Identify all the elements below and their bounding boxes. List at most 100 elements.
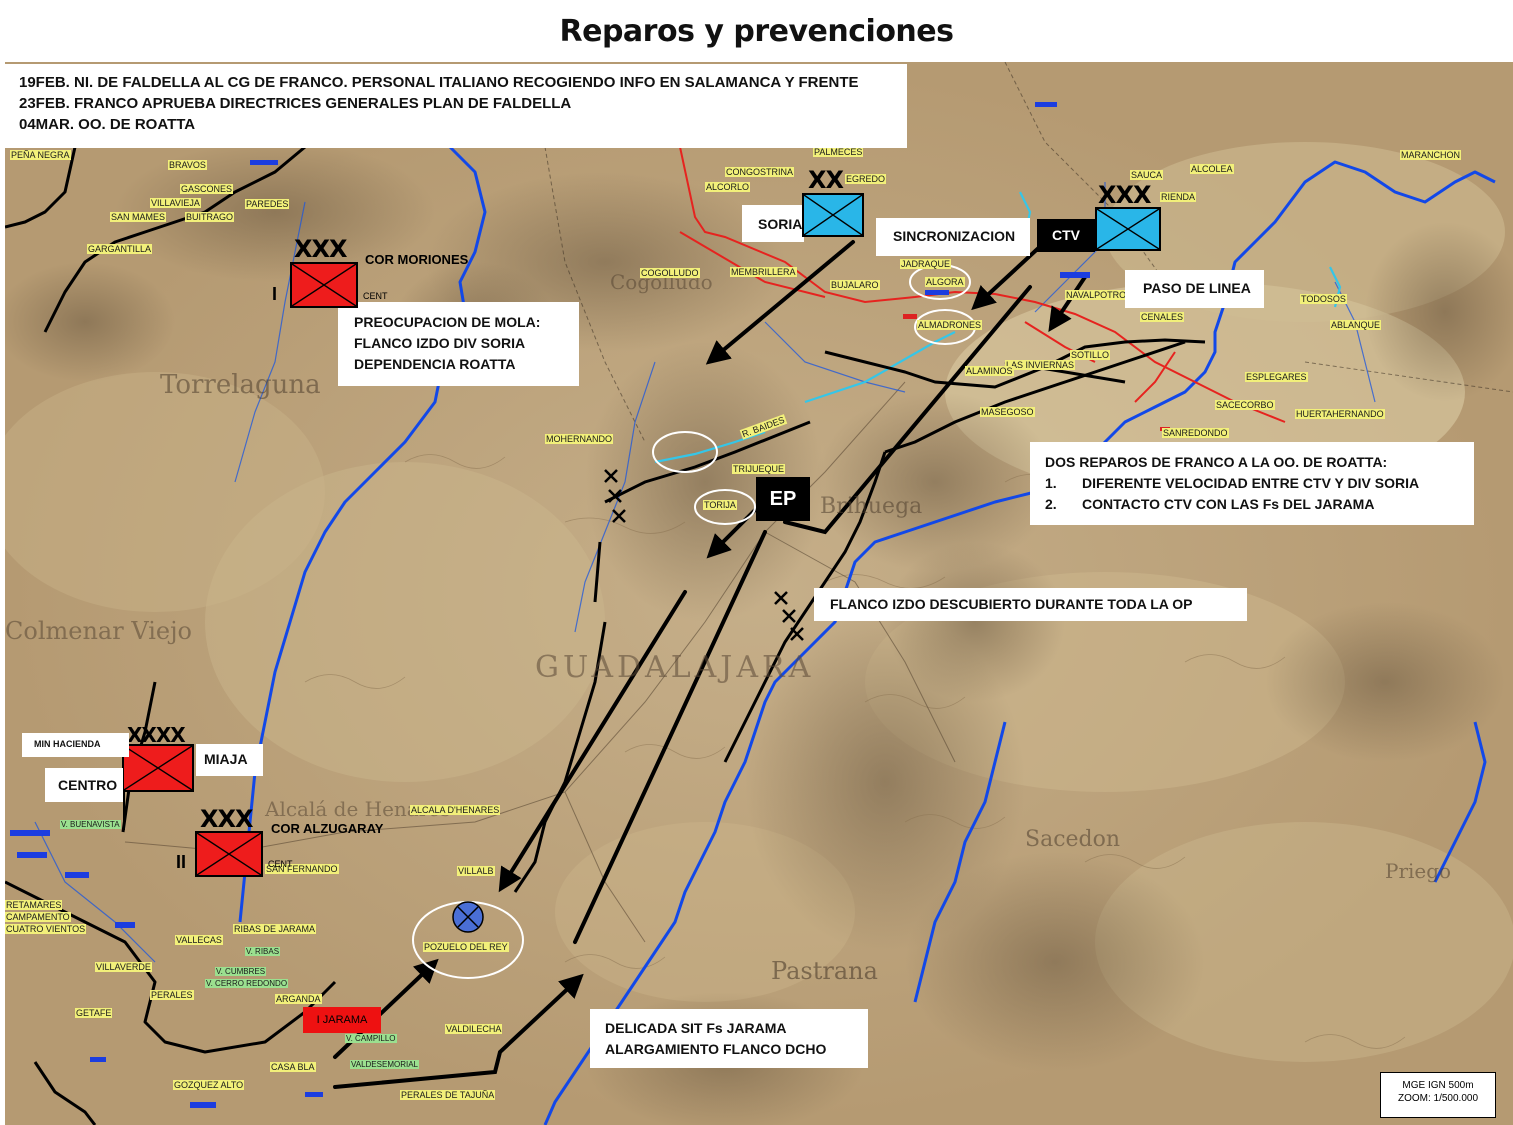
unit-miaja-label: MIAJA <box>196 744 263 776</box>
place-todosos: TODOSOS <box>1300 294 1347 304</box>
place-v-buenavista: V. BUENAVISTA <box>60 820 121 829</box>
place-v-cerro: V. CERRO REDONDO <box>205 979 289 988</box>
place-valdilecha: VALDILECHA <box>445 1024 503 1034</box>
unit-moriones-label: COR MORIONES <box>365 252 469 267</box>
reparos-title: DOS REPAROS DE FRANCO A LA OO. DE ROATTA… <box>1045 454 1388 470</box>
place-pena-negra: PEÑA NEGRA <box>10 150 71 160</box>
ep-label: EP <box>756 477 810 521</box>
place-sauca: SAUCA <box>1130 170 1164 180</box>
place-cenales: CENALES <box>1140 312 1185 322</box>
unit-miaja-cross <box>124 746 192 790</box>
min-hacienda-label: MIN HACIENDA <box>22 733 129 757</box>
place-gascones: GASCONES <box>180 184 234 194</box>
map-letter-sacedon: Sacedon <box>1025 827 1121 852</box>
place-ribas: RIBAS DE JARAMA <box>233 924 317 934</box>
callout-jarama: DELICADA SIT Fs JARAMA ALARGAMIENTO FLAN… <box>590 1009 868 1068</box>
unit-moriones-echelon: XXX <box>294 235 348 263</box>
place-almadrones: ALMADRONES <box>917 320 983 330</box>
place-cuatro-vientos: CUATRO VIENTOS <box>5 924 87 934</box>
place-villaverde: VILLAVERDE <box>95 962 152 972</box>
scale-box: MGE IGN 500m ZOOM: 1/500.000 <box>1380 1072 1496 1118</box>
place-torija: TORIJA <box>703 500 737 510</box>
place-palmeces: PALMECES <box>813 147 864 157</box>
unit-ctv-symbol[interactable] <box>1095 207 1161 251</box>
place-v-ribas: V. RIBAS <box>245 947 281 956</box>
jarama-line-2: ALARGAMIENTO FLANCO DCHO <box>605 1041 827 1057</box>
place-huertahernando: HUERTAHERNANDO <box>1295 409 1385 419</box>
place-gargantilla: GARGANTILLA <box>87 244 153 254</box>
place-ablanque: ABLANQUE <box>1330 320 1382 330</box>
note-23feb: 23FEB. FRANCO APRUEBA DIRECTRICES GENERA… <box>19 95 572 112</box>
unit-alzugaray-cross <box>197 833 261 875</box>
place-alaminos: ALAMINOS <box>965 366 1014 376</box>
place-sanredondo: SANREDONDO <box>1162 428 1229 438</box>
place-paredes: PAREDES <box>245 199 290 209</box>
mola-line-1: PREOCUPACION DE MOLA: <box>354 314 541 330</box>
place-egredo: EGREDO <box>845 174 887 184</box>
place-pozuelo: POZUELO DEL REY <box>423 942 509 952</box>
unit-miaja-symbol[interactable] <box>122 744 194 792</box>
scale-line2: ZOOM: 1/500.000 <box>1397 1093 1479 1104</box>
map-letter-priego: Priego <box>1385 859 1452 883</box>
place-villavieja: VILLAVIEJA <box>150 198 201 208</box>
place-navalpotro: NAVALPOTRO <box>1065 290 1128 300</box>
scale-line1: MGE IGN 500m <box>1402 1080 1474 1091</box>
unit-soria-symbol[interactable] <box>802 193 864 237</box>
place-alcolea: ALCOLEA <box>1190 164 1234 174</box>
note-19feb: 19FEB. NI. DE FALDELLA AL CG DE FRANCO. … <box>19 74 859 91</box>
place-bravos: BRAVOS <box>168 160 207 170</box>
unit-moriones-cross <box>292 264 356 306</box>
place-retamares: RETAMARES <box>5 900 63 910</box>
unit-soria-cross <box>804 195 862 235</box>
place-jadraque: JADRAQUE <box>900 259 952 269</box>
note-04mar: 04MAR. OO. DE ROATTA <box>19 116 196 133</box>
place-buitrago: BUITRAGO <box>185 212 235 222</box>
place-bujalaro: BUJALARO <box>830 280 880 290</box>
reparos-item-1: 1. DIFERENTE VELOCIDAD ENTRE CTV Y DIV SO… <box>1045 473 1474 494</box>
unit-alzugaray-label: COR ALZUGARAY <box>271 821 384 836</box>
place-perales: PERALES <box>150 990 194 1000</box>
place-las-inviernas: LAS INVIERNAS <box>1005 360 1076 370</box>
unit-ctv-label: CTV <box>1037 219 1095 252</box>
centro-label: CENTRO <box>45 768 123 802</box>
reparos-item-1-text: DIFERENTE VELOCIDAD ENTRE CTV Y DIV SORI… <box>1082 475 1420 491</box>
place-masegoso: MASEGOSO <box>980 407 1035 417</box>
i-jarama-label: I JARAMA <box>303 1007 381 1033</box>
place-alcorlo: ALCORLO <box>705 182 751 192</box>
place-getafe: GETAFE <box>75 1008 113 1018</box>
unit-alzugaray-symbol[interactable] <box>195 831 263 877</box>
place-vallecas: VALLECAS <box>175 935 223 945</box>
unit-moriones-symbol[interactable] <box>290 262 358 308</box>
callout-flanco-izdo: FLANCO IZDO DESCUBIERTO DURANTE TODA LA … <box>814 588 1247 621</box>
place-valdesemorial: VALDESEMORIAL <box>350 1060 419 1069</box>
mola-line-3: DEPENDENCIA ROATTA <box>354 356 516 372</box>
place-san-mames: SAN MAMES <box>110 212 167 222</box>
unit-ctv-echelon: XXX <box>1098 181 1152 209</box>
unit-alzugaray-roman: II <box>176 852 187 872</box>
place-sacecorbo: SACECORBO <box>1215 400 1275 410</box>
place-arganda: ARGANDA <box>275 994 322 1004</box>
place-alcala: ALCALA D'HENARES <box>410 805 501 815</box>
map-letter-colmenar: Colmenar Viejo <box>5 617 192 645</box>
reparos-item-1-num: 1. <box>1045 475 1057 491</box>
unit-soria-label: SORIA <box>742 205 804 242</box>
unit-moriones-roman: I <box>272 284 278 304</box>
map-letter-guadalajara: GUADALAJARA <box>535 650 815 685</box>
map-letter-torrelaguna: Torrelaguna <box>160 370 321 400</box>
map-title: Reparos y prevenciones <box>559 14 955 49</box>
place-v-campillo: V. CAMPILLO <box>345 1034 397 1043</box>
place-v-cumbres: V. CUMBRES <box>215 967 267 976</box>
callout-reparos: DOS REPAROS DE FRANCO A LA OO. DE ROATTA… <box>1030 442 1474 525</box>
reparos-item-2: 2. CONTACTO CTV CON LAS Fs DEL JARAMA <box>1045 494 1474 515</box>
place-rienda: RIENDA <box>1160 192 1197 202</box>
place-congostrina: CONGOSTRINA <box>725 167 795 177</box>
callout-paso-linea: PASO DE LINEA <box>1125 270 1264 308</box>
place-casa-blanca: CASA BLA <box>270 1062 316 1072</box>
reparos-item-2-text: CONTACTO CTV CON LAS Fs DEL JARAMA <box>1082 496 1375 512</box>
place-trijueque: TRIJUEQUE <box>732 464 786 474</box>
place-esplegares: ESPLEGARES <box>1245 372 1308 382</box>
header-notes: 19FEB. NI. DE FALDELLA AL CG DE FRANCO. … <box>5 64 907 148</box>
unit-alzugaray-echelon: XXX <box>200 805 254 833</box>
unit-soria-echelon: XX <box>808 166 844 194</box>
map-letter-pastrana: Pastrana <box>771 957 878 985</box>
